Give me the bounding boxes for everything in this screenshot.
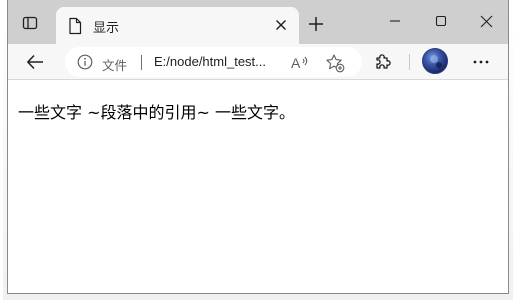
toolbar-divider xyxy=(409,54,410,70)
profile-globe-icon xyxy=(430,55,442,68)
close-icon xyxy=(480,15,492,27)
tab-title: 显示 xyxy=(93,21,120,36)
quote-open-mark: ~ xyxy=(87,103,101,122)
url-text[interactable]: E:/node/html_test... xyxy=(154,54,278,69)
quote-text: 段落中的引用 xyxy=(100,103,197,122)
close-window-button[interactable] xyxy=(471,8,501,34)
back-button[interactable] xyxy=(22,51,48,73)
paragraph: 一些文字 ~段落中的引用~ 一些文字。 xyxy=(18,99,295,123)
text-before: 一些文字 xyxy=(18,103,88,122)
more-button[interactable] xyxy=(471,52,491,72)
more-dots-icon xyxy=(473,60,489,64)
arrow-left-icon xyxy=(27,54,43,70)
document-icon xyxy=(69,17,82,35)
navigation-toolbar: 文件 E:/node/html_test... A xyxy=(8,44,508,80)
new-tab-button[interactable] xyxy=(305,13,327,35)
close-icon xyxy=(276,20,286,30)
tab-actions-button[interactable] xyxy=(20,13,40,33)
tab-active[interactable]: 显示 xyxy=(56,7,299,44)
read-aloud-icon[interactable]: A xyxy=(290,54,310,72)
text-after: 一些文字。 xyxy=(209,103,296,122)
page-content: 一些文字 ~段落中的引用~ 一些文字。 xyxy=(8,80,508,293)
title-bar: 显示 xyxy=(8,0,508,44)
maximize-icon xyxy=(435,15,447,27)
minimize-icon xyxy=(390,20,400,22)
site-info-label[interactable]: 文件 xyxy=(102,55,127,74)
plus-icon xyxy=(309,17,323,31)
star-plus-icon[interactable] xyxy=(325,53,345,73)
maximize-button[interactable] xyxy=(426,8,456,34)
inline-quote: ~段落中的引用~ xyxy=(87,103,210,122)
svg-text:A: A xyxy=(291,55,301,71)
tab-actions-icon xyxy=(22,16,38,30)
avatar[interactable] xyxy=(422,48,448,74)
browser-window: 显示 文件 E:/node/html_test... A 一些文字 ~段落中的引… xyxy=(7,0,509,294)
address-bar[interactable]: 文件 E:/node/html_test... A xyxy=(65,47,362,77)
info-icon[interactable] xyxy=(77,54,93,70)
tab-close-button[interactable] xyxy=(271,15,291,35)
puzzle-icon[interactable] xyxy=(373,50,395,72)
address-divider xyxy=(141,55,142,70)
quote-close-mark: ~ xyxy=(196,103,210,122)
minimize-button[interactable] xyxy=(380,8,410,34)
